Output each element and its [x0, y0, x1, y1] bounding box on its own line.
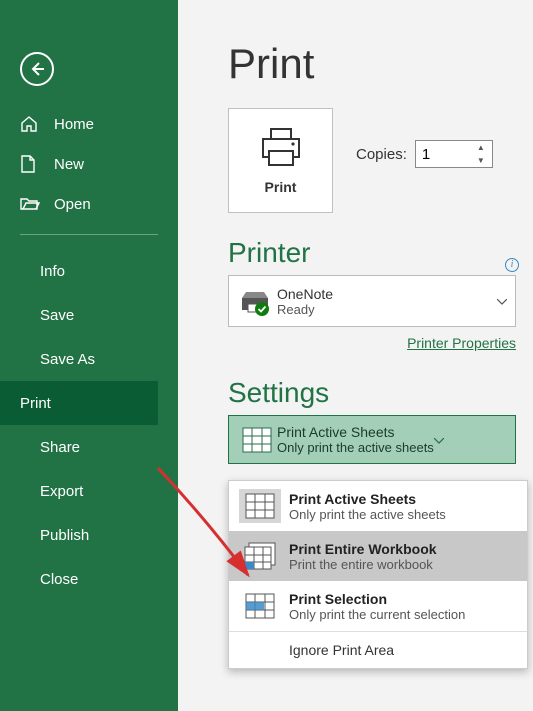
nav-label: Save As — [40, 351, 95, 368]
nav-close[interactable]: Close — [0, 557, 178, 601]
print-button-label: Print — [265, 179, 297, 195]
page-title: Print — [228, 40, 533, 88]
new-icon — [20, 155, 42, 173]
nav-label: Save — [40, 307, 74, 324]
nav-share[interactable]: Share — [0, 425, 178, 469]
copies-label: Copies: — [356, 146, 407, 163]
option-print-entire-workbook[interactable]: Print Entire Workbook Print the entire w… — [229, 531, 527, 581]
sheets-icon — [239, 489, 281, 523]
print-what-dropdown: Print Active Sheets Only print the activ… — [228, 480, 528, 669]
nav-print[interactable]: Print — [0, 381, 158, 425]
nav-save[interactable]: Save — [0, 293, 178, 337]
option-print-selection[interactable]: Print Selection Only print the current s… — [229, 581, 527, 631]
sheets-icon — [237, 427, 277, 453]
backstage-sidebar: Home New Open Info Save Save As Print Sh… — [0, 0, 178, 711]
printer-heading: Printer — [228, 237, 533, 269]
nav-publish[interactable]: Publish — [0, 513, 178, 557]
nav-new[interactable]: New — [20, 144, 178, 184]
printer-status-icon — [237, 288, 277, 314]
option-print-active-sheets[interactable]: Print Active Sheets Only print the activ… — [229, 481, 527, 531]
option-title: Print Active Sheets — [289, 491, 446, 507]
printer-info-icon[interactable]: i — [505, 258, 519, 272]
chevron-down-icon — [497, 292, 507, 310]
printer-selector[interactable]: OneNote Ready — [228, 275, 516, 327]
chevron-down-icon — [434, 431, 444, 449]
copies-input[interactable] — [416, 146, 472, 163]
selection-icon — [239, 589, 281, 623]
nav-label: New — [54, 156, 84, 173]
option-subtitle: Only print the current selection — [289, 607, 465, 622]
nav-label: Info — [40, 263, 65, 280]
printer-status: Ready — [277, 302, 333, 317]
selected-subtitle: Only print the active sheets — [277, 440, 434, 455]
nav-label: Open — [54, 196, 91, 213]
nav-info[interactable]: Info — [0, 249, 178, 293]
printer-properties-link[interactable]: Printer Properties — [407, 335, 516, 351]
copies-down[interactable]: ▼ — [472, 154, 490, 167]
nav-open[interactable]: Open — [20, 184, 178, 224]
print-button[interactable]: Print — [228, 108, 333, 213]
copies-spinner[interactable]: ▲ ▼ — [415, 140, 493, 168]
copies-up[interactable]: ▲ — [472, 141, 490, 154]
option-title: Print Selection — [289, 591, 465, 607]
option-ignore-print-area[interactable]: Ignore Print Area — [229, 632, 527, 668]
home-icon — [20, 115, 42, 133]
printer-name: OneNote — [277, 286, 333, 302]
option-subtitle: Only print the active sheets — [289, 507, 446, 522]
workbook-icon — [239, 539, 281, 573]
settings-heading: Settings — [228, 377, 533, 409]
option-subtitle: Print the entire workbook — [289, 557, 437, 572]
back-button[interactable] — [20, 52, 54, 86]
printer-icon — [259, 127, 303, 167]
print-what-selector[interactable]: Print Active Sheets Only print the activ… — [228, 415, 516, 464]
main-panel: Print Print Copies: ▲ ▼ i Printer — [178, 0, 533, 464]
nav-label: Close — [40, 571, 78, 588]
nav-label: Home — [54, 116, 94, 133]
nav-label: Share — [40, 439, 80, 456]
open-icon — [20, 196, 42, 212]
nav-label: Publish — [40, 527, 89, 544]
nav-label: Export — [40, 483, 83, 500]
nav-home[interactable]: Home — [20, 104, 178, 144]
nav-export[interactable]: Export — [0, 469, 178, 513]
back-arrow-icon — [28, 60, 46, 78]
nav-label: Print — [20, 395, 51, 412]
sidebar-divider — [20, 234, 158, 235]
option-title: Print Entire Workbook — [289, 541, 437, 557]
selected-title: Print Active Sheets — [277, 424, 434, 440]
nav-save-as[interactable]: Save As — [0, 337, 178, 381]
